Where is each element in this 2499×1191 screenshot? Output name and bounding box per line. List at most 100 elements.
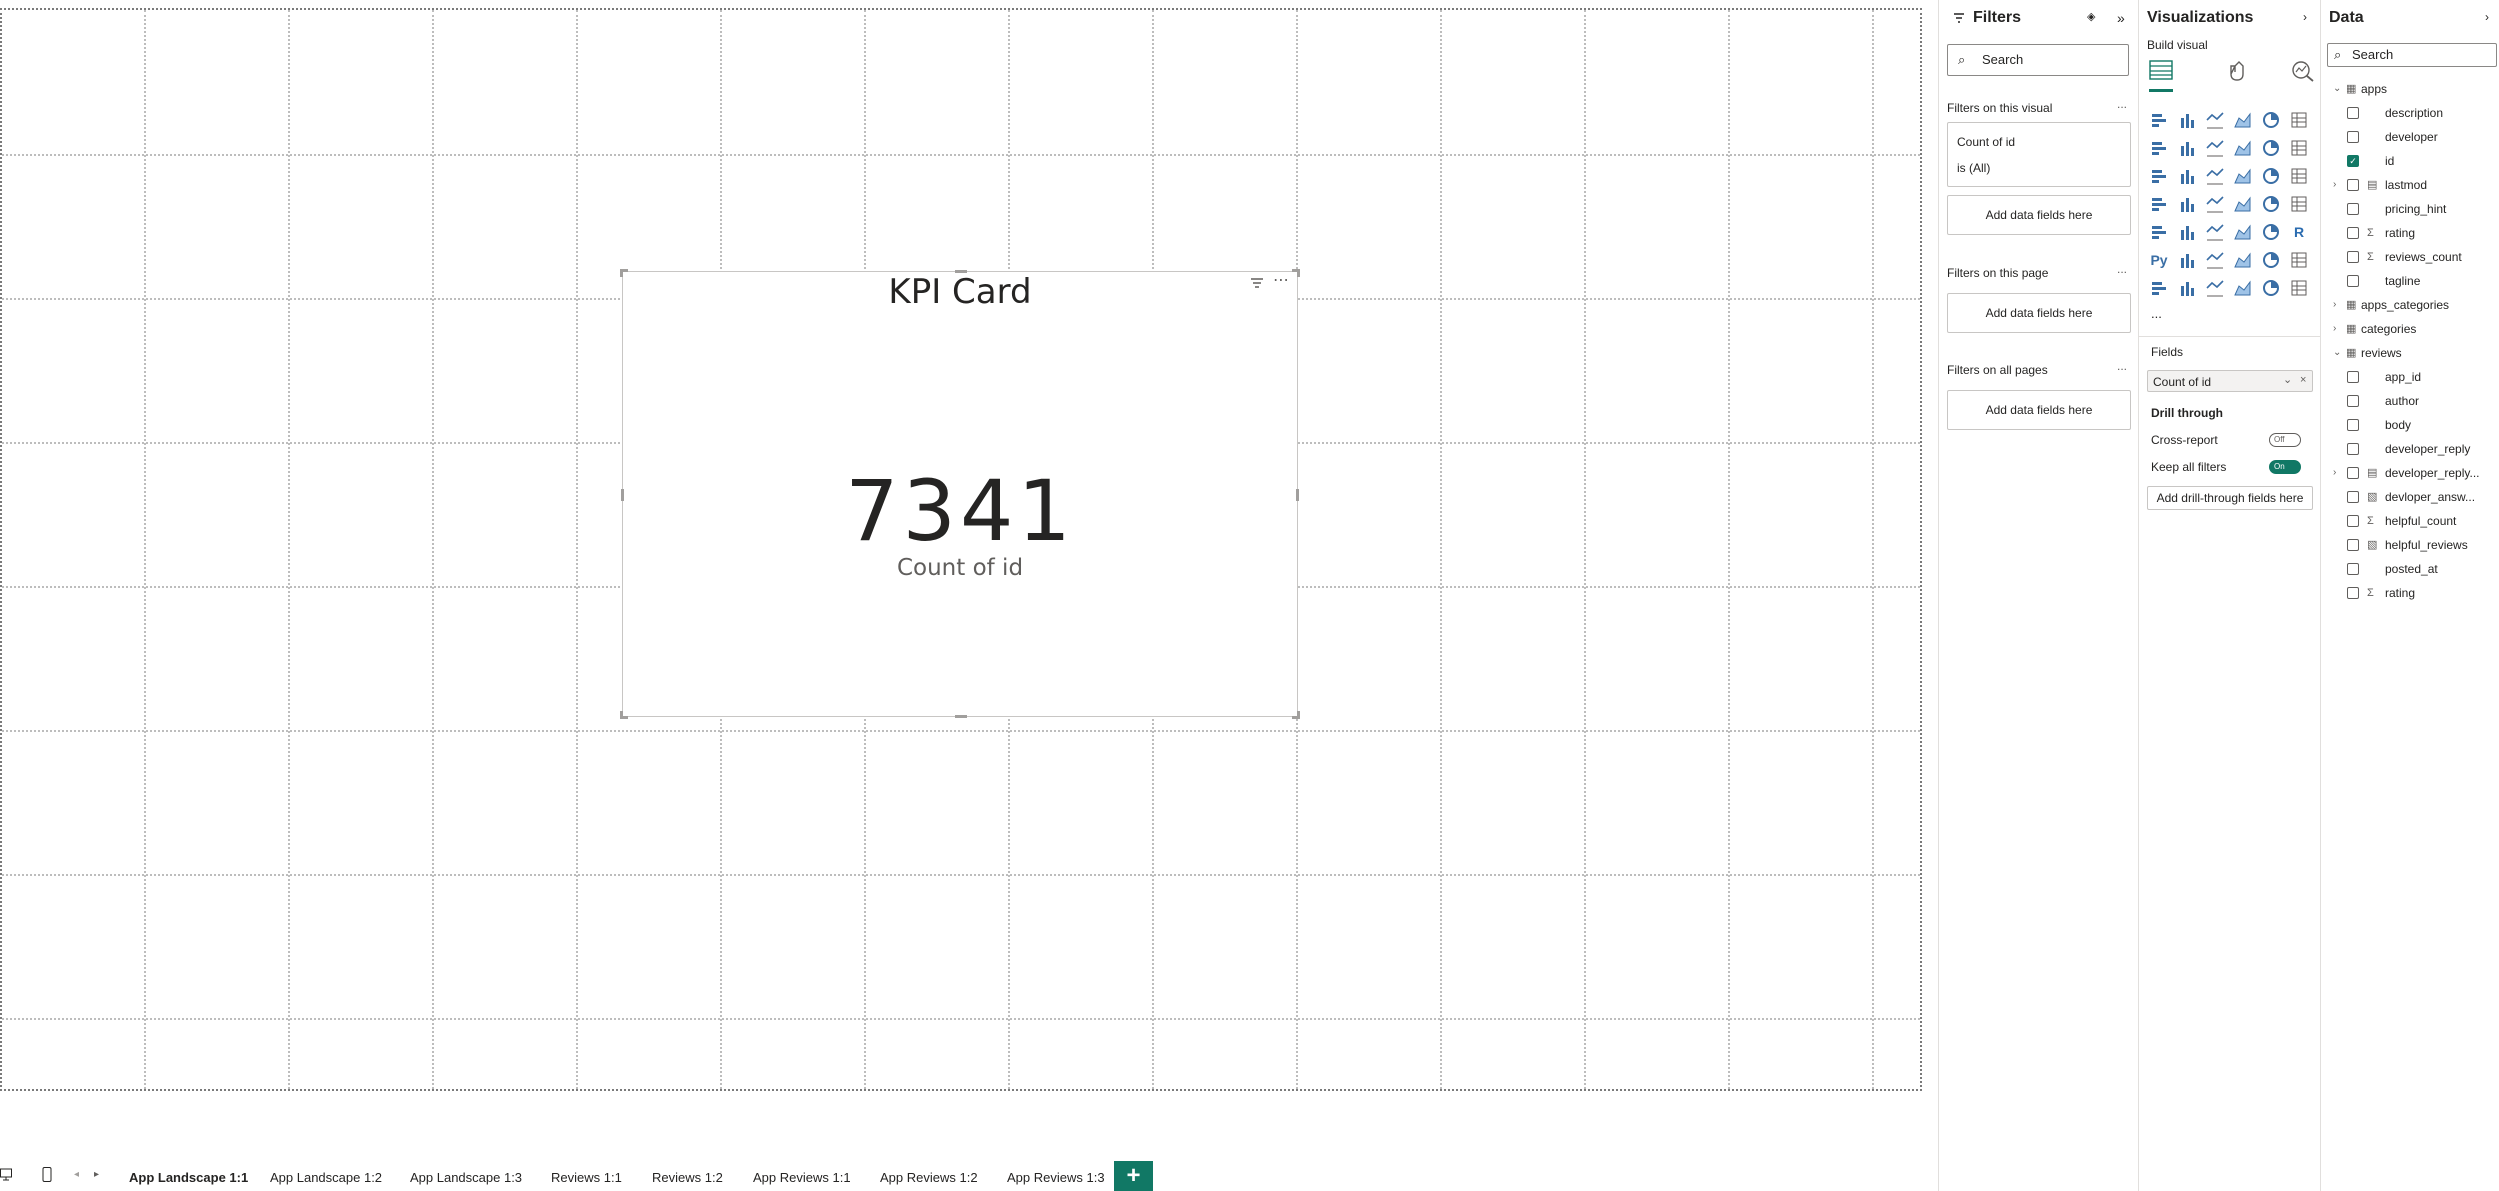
resize-handle[interactable]: [621, 489, 624, 501]
filters-on-page-more-icon[interactable]: ...: [2117, 262, 2127, 276]
field-checkbox[interactable]: [2347, 371, 2359, 383]
field-developer_reply[interactable]: › ▤ developer_reply...: [2333, 464, 2497, 482]
power-apps-icon[interactable]: [2147, 276, 2171, 300]
100-stacked-bar-chart-icon[interactable]: [2259, 108, 2283, 132]
field-checkbox[interactable]: [2347, 419, 2359, 431]
field-developer[interactable]: developer: [2347, 128, 2497, 146]
keep-all-filters-toggle[interactable]: On: [2269, 460, 2301, 474]
multi-row-card-icon[interactable]: [2147, 220, 2171, 244]
filters-on-all-pages-more-icon[interactable]: ...: [2117, 359, 2127, 373]
table-apps_categories[interactable]: › ▦ apps_categories: [2333, 296, 2493, 314]
add-page-button[interactable]: +: [1114, 1161, 1153, 1191]
tab-app-reviews-1-3[interactable]: App Reviews 1:3: [1007, 1170, 1105, 1185]
chevron-down-icon[interactable]: ⌄: [2283, 373, 2292, 386]
stacked-column-chart-icon[interactable]: [2175, 108, 2199, 132]
build-visual-tab-icon[interactable]: [2149, 60, 2173, 92]
tab-app-landscape-1-3[interactable]: App Landscape 1:3: [410, 1170, 522, 1185]
funnel-chart-icon[interactable]: [2175, 164, 2199, 188]
tab-app-reviews-1-1[interactable]: App Reviews 1:1: [753, 1170, 851, 1185]
stacked-bar-chart-icon[interactable]: [2147, 108, 2171, 132]
clustered-column-chart-icon[interactable]: [2231, 108, 2255, 132]
visual-filter-dropzone[interactable]: Add data fields here: [1947, 195, 2131, 235]
field-author[interactable]: author: [2347, 392, 2497, 410]
kpi-card-visual[interactable]: KPI Card ⋯ 7341 Count of id: [620, 269, 1300, 719]
collapse-visualizations-icon[interactable]: ›: [2303, 10, 2307, 24]
stacked-area-chart-icon[interactable]: [2203, 136, 2227, 160]
kpi-icon[interactable]: [2175, 220, 2199, 244]
report-canvas[interactable]: KPI Card ⋯ 7341 Count of id: [0, 0, 1938, 1128]
tab-app-landscape-1-2[interactable]: App Landscape 1:2: [270, 1170, 382, 1185]
resize-handle[interactable]: [1297, 269, 1300, 277]
resize-handle[interactable]: [620, 269, 623, 277]
remove-field-icon[interactable]: ×: [2300, 374, 2306, 386]
field-reviews_count[interactable]: Σreviews_count: [2347, 248, 2497, 266]
line-column-chart-icon[interactable]: [2231, 136, 2255, 160]
analytics-tab-icon[interactable]: [2289, 60, 2315, 87]
all-pages-filter-dropzone[interactable]: Add data fields here: [1947, 390, 2131, 430]
drillthrough-dropzone[interactable]: Add drill-through fields here: [2147, 486, 2313, 510]
field-helpful_reviews[interactable]: ▧ helpful_reviews: [2347, 536, 2497, 554]
chevron-down-icon[interactable]: ⌄: [2333, 344, 2341, 362]
donut-chart-icon[interactable]: [2287, 164, 2311, 188]
field-checkbox[interactable]: [2347, 179, 2359, 191]
treemap-icon[interactable]: [2147, 192, 2171, 216]
field-checkbox[interactable]: [2347, 467, 2359, 479]
filled-map-icon[interactable]: [2203, 192, 2227, 216]
resize-handle[interactable]: [955, 715, 967, 718]
next-page-icon[interactable]: ▸: [94, 1169, 99, 1180]
desktop-view-icon[interactable]: [0, 1168, 12, 1187]
qa-visual-icon[interactable]: [2231, 248, 2255, 272]
mobile-view-icon[interactable]: [42, 1167, 52, 1188]
cross-report-toggle[interactable]: Off: [2269, 433, 2301, 447]
field-checkbox[interactable]: [2347, 587, 2359, 599]
gauge-icon[interactable]: [2259, 192, 2283, 216]
format-visual-tab-icon[interactable]: [2227, 60, 2249, 87]
field-posted_at[interactable]: posted_at: [2347, 560, 2497, 578]
matrix-icon[interactable]: [2259, 220, 2283, 244]
r-script-visual-icon[interactable]: R: [2287, 220, 2311, 244]
field-checkbox[interactable]: [2347, 515, 2359, 527]
field-lastmod[interactable]: › ▤ lastmod: [2333, 176, 2497, 194]
map-icon[interactable]: [2175, 192, 2199, 216]
scatter-chart-alt-icon[interactable]: [2231, 164, 2255, 188]
visual-filter-icon[interactable]: [1250, 276, 1264, 294]
field-checkbox[interactable]: [2347, 203, 2359, 215]
python-visual-icon[interactable]: Py: [2147, 248, 2171, 272]
ribbon-chart-icon[interactable]: [2287, 136, 2311, 160]
filters-search-input[interactable]: ⌕ Search: [1947, 44, 2129, 76]
more-visuals-icon[interactable]: ...: [2151, 306, 2162, 321]
azure-map-icon[interactable]: [2231, 192, 2255, 216]
field-tagline[interactable]: tagline: [2347, 272, 2497, 290]
field-checkbox[interactable]: [2347, 131, 2359, 143]
field-developer_reply[interactable]: developer_reply: [2347, 440, 2497, 458]
table-categories[interactable]: › ▦ categories: [2333, 320, 2493, 338]
smart-narrative-icon[interactable]: [2259, 248, 2283, 272]
shape-map-icon[interactable]: [2231, 276, 2255, 300]
line-chart-icon[interactable]: [2147, 136, 2171, 160]
resize-handle[interactable]: [620, 711, 623, 719]
field-id[interactable]: ✓ id: [2347, 152, 2497, 170]
chevron-down-icon[interactable]: ⌄: [2333, 80, 2341, 98]
line-stacked-column-chart-icon[interactable]: [2259, 136, 2283, 160]
power-automate-icon[interactable]: [2175, 276, 2199, 300]
paginated-report-icon[interactable]: [2287, 248, 2311, 272]
field-rating[interactable]: Σrating: [2347, 584, 2497, 602]
field-checkbox[interactable]: [2347, 491, 2359, 503]
field-body[interactable]: body: [2347, 416, 2497, 434]
field-checkbox[interactable]: ✓: [2347, 155, 2359, 167]
field-checkbox[interactable]: [2347, 251, 2359, 263]
field-rating[interactable]: Σrating: [2347, 224, 2497, 242]
chevron-right-icon[interactable]: ›: [2333, 320, 2336, 338]
resize-handle[interactable]: [955, 270, 967, 273]
diamond-visual-icon[interactable]: [2259, 276, 2283, 300]
collapse-filters-icon[interactable]: »: [2117, 10, 2125, 26]
collapse-data-icon[interactable]: ›: [2485, 10, 2489, 24]
field-helpful_count[interactable]: Σhelpful_count: [2347, 512, 2497, 530]
chevron-visual-icon[interactable]: [2287, 276, 2311, 300]
eye-icon[interactable]: ◈: [2087, 10, 2095, 23]
data-search-input[interactable]: ⌕ Search: [2327, 43, 2497, 67]
tab-app-reviews-1-2[interactable]: App Reviews 1:2: [880, 1170, 978, 1185]
field-devloper_answ[interactable]: ▧ devloper_answ...: [2347, 488, 2497, 506]
table-reviews[interactable]: ⌄ ▦ reviews: [2333, 344, 2493, 362]
field-checkbox[interactable]: [2347, 539, 2359, 551]
